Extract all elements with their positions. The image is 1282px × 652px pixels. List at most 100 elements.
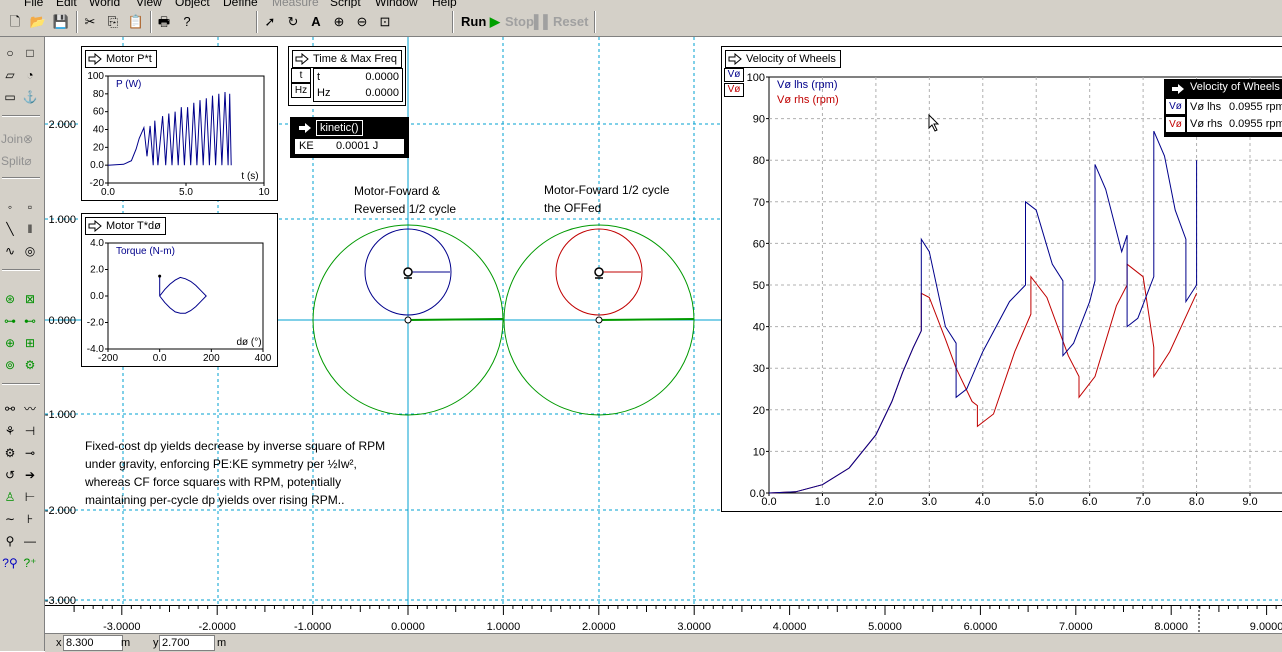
menu-edit[interactable]: Edit	[56, 0, 77, 8]
motor-torque-panel[interactable]: Motor T*dø 4.0 2.0 0.0 -2.0 -4.0 -200 0.0 200 40…	[81, 213, 278, 367]
curve-icon[interactable]: ∼	[1, 511, 19, 527]
wave-icon[interactable]: 〰	[21, 401, 39, 417]
kinetic-title[interactable]: kinetic()	[316, 120, 363, 136]
torque-y-tick-label: 0.0	[90, 291, 104, 302]
query-add-icon[interactable]: ?⁺	[21, 555, 39, 571]
point-tool-icon[interactable]: ◦	[1, 199, 19, 215]
print-icon[interactable]: 🖶	[154, 12, 174, 32]
velocity-meter[interactable]: Velocity of Wheels Vø Vø Vø lhs 0.0955 r…	[1164, 79, 1282, 137]
time-freq-title[interactable]: Time & Max Freq	[292, 50, 402, 68]
world-y-label: -1.000	[45, 409, 76, 421]
motor-power-panel[interactable]: Motor P*t 100 80 60 40 20 0.0 -20 0.0 5.0 10 P (W)…	[81, 46, 278, 201]
torque-marker	[158, 274, 162, 278]
pulley-icon[interactable]: ⊸	[21, 445, 39, 461]
menu-world[interactable]: World	[89, 0, 120, 8]
time-freq-panel[interactable]: Time & Max Freq t Hz t 0.0000 Hz 0.0000	[288, 46, 406, 106]
keyed-slot-icon[interactable]: ⊷	[21, 313, 39, 329]
paste-icon[interactable]: 📋	[126, 12, 146, 32]
ruler-label: 9.0000	[1250, 621, 1282, 633]
force-icon[interactable]: ➔	[21, 467, 39, 483]
anchor-icon[interactable]: ⚓	[21, 89, 39, 105]
split-button[interactable]: Split⌀	[1, 154, 32, 168]
velocity-meter-title[interactable]: Velocity of Wheels	[1190, 81, 1280, 93]
menu-measure[interactable]: Measure	[272, 0, 319, 8]
velocity-x-tick-label: 7.0	[1135, 496, 1150, 508]
zoom-out-icon[interactable]: ⊖	[352, 12, 372, 32]
rectangle-tool-icon[interactable]: ▭	[1, 89, 19, 105]
menu-file[interactable]: File	[24, 0, 43, 8]
break-icon[interactable]: ⊦	[21, 511, 39, 527]
menu-window[interactable]: Window	[375, 0, 418, 8]
time-button[interactable]: t	[291, 68, 311, 83]
link-icon[interactable]: ⊢	[21, 489, 39, 505]
menu-view[interactable]: View	[136, 0, 162, 8]
x-coord-field[interactable]: 8.300	[63, 635, 123, 651]
square-tool-icon[interactable]: □	[21, 45, 39, 61]
copy-icon[interactable]: ⎘	[103, 12, 123, 32]
rotation-motor-icon[interactable]: ⊚	[1, 357, 19, 373]
slot-joint-icon[interactable]: ⊶	[1, 313, 19, 329]
line-icon[interactable]: —	[21, 533, 39, 549]
ke-value: 0.0001 J	[336, 140, 379, 152]
velocity-panel[interactable]: Velocity of Wheels Vø Vø 100 90 80 70 60 50 40…	[721, 46, 1282, 512]
run-button[interactable]: Run ▶	[461, 14, 500, 30]
reset-button[interactable]: Reset	[553, 14, 588, 29]
hz-button[interactable]: Hz	[291, 83, 311, 98]
torsion-icon[interactable]: ⚘	[1, 423, 19, 439]
curve-tool-icon[interactable]: ◔	[21, 67, 39, 83]
y-coord-field[interactable]: 2.700	[159, 635, 215, 651]
menu-help[interactable]: Help	[432, 0, 457, 8]
meter-rhs-button[interactable]: Vø	[1166, 117, 1185, 132]
spring-joint-icon[interactable]: ⚯	[1, 401, 19, 417]
rope-icon[interactable]: ╲	[1, 221, 19, 237]
person-icon[interactable]: ♙	[1, 489, 19, 505]
open-folder-icon[interactable]: 📂	[28, 12, 48, 32]
menu-script[interactable]: Script	[330, 0, 361, 8]
gear-icon[interactable]: ⚙	[1, 445, 19, 461]
torque-x-label: dø (°)	[236, 337, 261, 348]
ruler-label: 1.0000	[487, 621, 521, 633]
save-icon[interactable]: 💾	[51, 12, 71, 32]
motor-icon[interactable]: ⊕	[1, 335, 19, 351]
world-canvas[interactable]: 2.000 1.000 0.000 -1.000 -2.000 -3.000 Motor-…	[45, 37, 1282, 605]
power-y-tick-label: 80	[93, 89, 105, 100]
stop-button[interactable]: Stop▌▌	[505, 14, 552, 29]
rigid-joint-icon[interactable]: ⊠	[21, 291, 39, 307]
ruler-label: 0.0000	[391, 621, 425, 633]
help-icon[interactable]: ?	[177, 12, 197, 32]
damper-icon[interactable]: ◎	[21, 243, 39, 259]
gear-motor-icon[interactable]: ⚙	[21, 357, 39, 373]
separator-icon[interactable]: ⊣	[21, 423, 39, 439]
pin-joint-icon[interactable]: ⊛	[1, 291, 19, 307]
probe-icon[interactable]: ⚲	[1, 533, 19, 549]
actuator-icon[interactable]: ⊞	[21, 335, 39, 351]
meter-lhs-button[interactable]: Vø	[1166, 99, 1185, 114]
time-label: t	[317, 71, 321, 83]
kinetic-panel[interactable]: kinetic() KE 0.0001 J	[290, 117, 409, 158]
query-icon[interactable]: ?⚲	[1, 555, 19, 571]
menu-object[interactable]: Object	[175, 0, 210, 8]
left-motor-pin-icon	[403, 267, 413, 277]
new-file-icon[interactable]: 🗋	[5, 12, 25, 32]
square-point-icon[interactable]: ▫	[21, 199, 39, 215]
rotate-force-icon[interactable]: ↺	[1, 467, 19, 483]
zoom-in-icon[interactable]: ⊕	[329, 12, 349, 32]
text-tool-icon[interactable]: A	[306, 12, 326, 32]
menu-define[interactable]: Define	[223, 0, 258, 8]
ruler-label: 6.0000	[964, 621, 998, 633]
velocity-y-tick-label: 90	[753, 114, 765, 126]
zoom-fit-icon[interactable]: ⊡	[375, 12, 395, 32]
ruler-label: 7.0000	[1059, 621, 1093, 633]
arrow-right-icon	[299, 123, 311, 133]
power-y-tick-label: 0.0	[90, 160, 104, 171]
circle-tool-icon[interactable]: ○	[1, 45, 19, 61]
pointer-icon[interactable]: ➚	[260, 12, 280, 32]
polygon-tool-icon[interactable]: ▱	[1, 67, 19, 83]
meter-lhs-label: Vø lhs	[1190, 101, 1222, 113]
join-button[interactable]: Join⊗	[1, 132, 33, 146]
cut-icon[interactable]: ✂	[80, 12, 100, 32]
rotate-icon[interactable]: ↻	[283, 12, 303, 32]
spring-icon[interactable]: ∿	[1, 243, 19, 259]
horizontal-ruler[interactable]: -3.0000 -2.0000 -1.0000 0.0000 1.0000 2.0000 3…	[45, 605, 1282, 634]
rod-icon[interactable]: ‖	[21, 221, 39, 237]
